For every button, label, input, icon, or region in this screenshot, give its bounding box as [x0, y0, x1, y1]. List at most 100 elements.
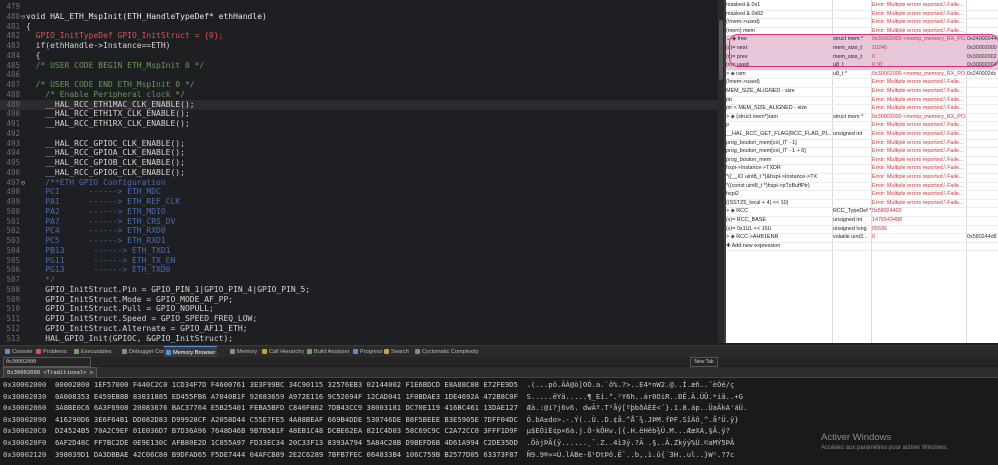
- expression-address: 0x580244d8: [967, 234, 997, 241]
- memory-row[interactable]: 0x300020C0 D24524B5 70A2C9EF 01E036D7 B7…: [3, 425, 730, 436]
- memory-hex: 398039D1 DA3DBBAE 42C06C80 B9DFAD65 F5DE…: [54, 449, 518, 459]
- expression-name: > ◈ (struct mem*)ram: [726, 113, 778, 120]
- memory-hex: 416290D6 3E6F64B1 DD082D83 D99928CF A205…: [54, 414, 518, 424]
- tab-icon: [74, 349, 79, 355]
- memory-address: 0x300020C0: [3, 426, 47, 436]
- expression-type: unsigned long: [833, 225, 867, 232]
- expression-value: Error: Multiple errors reported.\ Faile.…: [872, 174, 964, 180]
- memory-hex: 00002800 1EF57000 F440C2C0 1CD34F7D F460…: [54, 380, 518, 389]
- tab-label: Memory Browser: [173, 350, 216, 356]
- expression-value: 0x30002000 <memp_memory_RX_PO...: [872, 70, 966, 77]
- memory-address: 0x30002000: [3, 380, 47, 389]
- memory-row[interactable]: 0x30002030 0A008353 E459EB8B 83031885 ED…: [3, 391, 743, 402]
- expression-type: unsigned int: [833, 217, 863, 223]
- expression-value: Error: Multiple errors reported.\ Faile.…: [872, 19, 964, 26]
- new-tab-button[interactable]: New Tab: [690, 357, 718, 367]
- memory-row[interactable]: 0x30002000 00002800 1EF57000 F440C2C0 1C…: [3, 379, 734, 390]
- memory-address: 0x30002120: [3, 449, 47, 459]
- expression-value: 0x58024400: [872, 208, 902, 215]
- tab-icon: [262, 349, 267, 355]
- expression-value: Error: Multiple errors reported.\ Faile.…: [872, 139, 964, 146]
- expression-name: __HAL_RCC_GET_FLAG(RCC_FLAG_PL...: [726, 131, 832, 137]
- tab-icon: [307, 349, 312, 355]
- memory-row[interactable]: 0x300020F0 6AF2D48C FF7BC2DE 0E9E130C AF…: [3, 437, 734, 448]
- code-editor[interactable]: 479 480 ⊖ void HAL_ETH_MspInit(ETH_HandleTy…: [0, 0, 724, 343]
- editor-scroll-thumb[interactable]: [719, 20, 723, 80]
- tab-label: Progress: [360, 349, 383, 355]
- activation-subtitle: Accédez aux paramètres pour activer Wind…: [821, 445, 949, 451]
- tab-icon: [230, 349, 235, 355]
- expression-value: Error: Multiple errors reported.\ Faile.…: [872, 105, 964, 112]
- expression-value: Error: Multiple errors reported.\ Faile.…: [872, 191, 964, 198]
- expression-type: unsigned int: [833, 131, 863, 137]
- expression-name: masked & 0x1: [726, 2, 761, 8]
- tab-label: Cyclomatic Complexity: [422, 349, 479, 355]
- expression-type: volatile uint3...: [833, 234, 868, 241]
- memory-row[interactable]: 0x30002090 416290D6 3E6F64B1 DD082D83 D9…: [3, 414, 739, 425]
- expression-name: MEM_SIZE_ALIGNED - size: [726, 88, 795, 94]
- memory-address: 0x30002030: [3, 391, 47, 401]
- expression-name: prog_bouton_mem[col_IT - 1]: [726, 139, 797, 146]
- tab-icon: [5, 349, 10, 355]
- memory-address: 0x30002090: [3, 414, 47, 424]
- expression-value: Error: Multiple errors reported.\ Faile.…: [872, 156, 964, 163]
- tab-label: Memory: [237, 349, 258, 355]
- expression-name: ((SSTZ5_local + 4) << 10): [726, 199, 789, 206]
- expression-name: *((const uint8_t *)hspi->pTxBuffPtr): [726, 182, 810, 189]
- expression-value: Error: Multiple errors reported.\ Faile.…: [872, 199, 964, 206]
- memory-address-bar: 0x30002000 New Tab: [0, 357, 998, 367]
- memory-view[interactable]: 0x30002000 00002800 1EF57000 F440C2C0 1C…: [0, 378, 998, 465]
- expression-type: RCC_TypeDef *: [833, 208, 871, 215]
- tab-label: Executables: [81, 349, 112, 355]
- memory-row[interactable]: 0x30002060 3A8BE0C6 6A3F6908 20083676 BA…: [3, 402, 747, 413]
- activation-title: Activer Windows: [821, 432, 892, 443]
- expression-name: *((__IO uint8_t *)&hspi->Instance->TX: [726, 174, 818, 180]
- expression-type: u8_t *: [833, 70, 848, 77]
- memory-ascii: Ö.bA±do>.-.Ý(..Ù..D.¢å.^Å¯¾.JÞM.fÞF.SîÀõ…: [526, 414, 739, 424]
- expression-value: Error: Multiple errors reported.\ Faile.…: [872, 131, 964, 137]
- memory-hex: 3A8BE0C6 6A3F6908 20083676 BAC37764 E5B2…: [54, 403, 518, 413]
- expression-name: prog_bouton_mem[col_IT - 1 + 6]: [726, 148, 806, 155]
- expressions-panel[interactable]: masked & 0x1 Error: Multiple errors repor…: [724, 0, 998, 343]
- expression-value: Error: Multiple errors reported.\ Faile.…: [872, 148, 964, 155]
- tab-label: Build Analyzer: [314, 349, 350, 355]
- expression-name: masked & 0x02: [726, 10, 764, 17]
- code-text: HAL_GPIO_Init(GPIOC, &GPIO_InitStruct);: [26, 333, 234, 343]
- memory-rendering-tab[interactable]: 0x30002000 <Traditional> ✕: [3, 367, 98, 378]
- windows-activation-notice: Activer Windows Accédez aux paramètres p…: [821, 432, 948, 451]
- tab-icon: [415, 349, 420, 355]
- expression-row[interactable]: ✚ Add new expression: [726, 242, 998, 252]
- expression-name: ptr: [726, 96, 733, 103]
- highlight-annotation: [729, 34, 998, 67]
- expression-name: (x)= 0x1UL << 16U: [726, 225, 772, 232]
- expression-name: (!mem->used): [726, 79, 760, 86]
- expression-name: (!mem->used): [726, 19, 760, 26]
- tab-icon: [166, 350, 171, 356]
- memory-ascii: Ñ9.9®»=Ú.lÀBe-ß¹DtÞõ.Ë¯..b,.ì.û{´3H..ul.…: [526, 449, 735, 459]
- expression-name: > ◈ RCC: [726, 208, 748, 215]
- memory-row[interactable]: 0x30002120 398039D1 DA3DBBAE 42C06C80 B9…: [3, 449, 734, 460]
- expression-value: 1476543488: [872, 217, 902, 223]
- expression-value: Error: Multiple errors reported.\ Faile.…: [872, 88, 964, 94]
- expression-name: ✚ Add new expression: [726, 242, 781, 249]
- tab-label: Console: [12, 349, 33, 355]
- memory-ascii: .(...pö.ÄÀ@ò]OÓ.a.`ô%.?>..E4*nW2.@..Í.æñ…: [526, 380, 735, 389]
- tab-icon: [122, 349, 127, 355]
- expression-value: Error: Multiple errors reported.\ Faile.…: [872, 182, 964, 189]
- expression-name: hspi2: [726, 191, 739, 198]
- memory-ascii: S.....ëYä.....¶_Eí.°.²Y6h..ár0OiR..ÐÊ.Ä.…: [526, 391, 743, 401]
- expression-value: Error: Multiple errors reported.\ Faile.…: [872, 2, 964, 8]
- address-input[interactable]: 0x30002000: [3, 357, 91, 367]
- expression-name: prog_bouton_mem: [726, 156, 772, 163]
- expression-value: Error: Multiple errors reported.\ Faile.…: [872, 122, 964, 129]
- expression-value: 0: [872, 234, 875, 241]
- tab-label: Problems: [43, 349, 67, 355]
- memory-address: 0x300020F0: [3, 438, 47, 447]
- expression-name: hspi->Instance->TXDR: [726, 165, 781, 172]
- tab-icon: [36, 349, 41, 355]
- expression-value: Error: Multiple errors reported.\ Faile.…: [872, 10, 964, 17]
- expression-value: 0x30002000 <memp_memory_RX_PO...: [872, 113, 966, 120]
- tab-label: Call Hierarchy: [269, 349, 305, 355]
- expression-value: Error: Multiple errors reported.\ Faile.…: [872, 96, 964, 103]
- code-line[interactable]: 513 HAL_GPIO_Init(GPIOC, &GPIO_InitStruc…: [0, 334, 724, 344]
